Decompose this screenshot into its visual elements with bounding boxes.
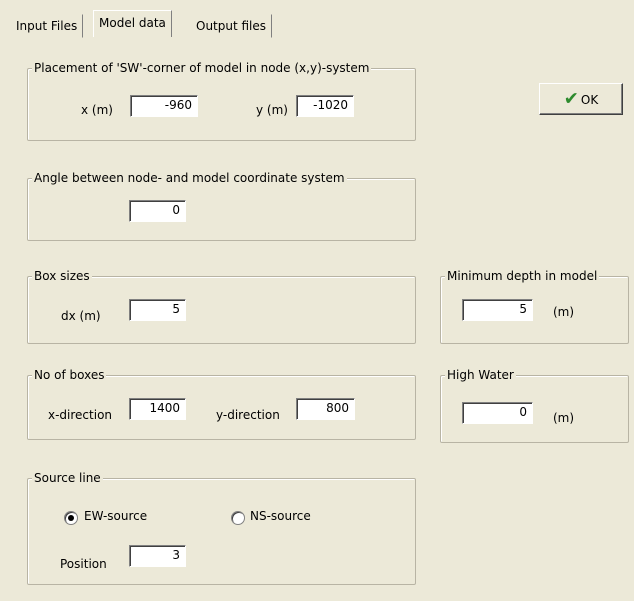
ew-source-radio[interactable]: [64, 511, 78, 525]
dx-input[interactable]: 5: [129, 299, 186, 321]
model-data-dialog: Input Files Model data Output files Plac…: [0, 0, 634, 601]
y-direction-input[interactable]: 800: [296, 398, 355, 420]
high-water-group-title: High Water: [445, 367, 516, 383]
placement-group-title: Placement of 'SW'-corner of model in nod…: [32, 60, 372, 76]
minimum-depth-group-title: Minimum depth in model: [445, 268, 600, 284]
minimum-depth-group: Minimum depth in model 5 (m): [440, 268, 629, 344]
no-of-boxes-group-title: No of boxes: [32, 367, 107, 383]
ok-button-label: OK: [580, 92, 599, 107]
position-label: Position: [60, 557, 107, 571]
dx-label: dx (m): [61, 309, 101, 323]
high-water-input[interactable]: 0: [462, 402, 533, 424]
minimum-depth-unit: (m): [553, 305, 575, 319]
x-direction-label: x-direction: [48, 408, 113, 422]
ns-source-label[interactable]: NS-source: [250, 509, 311, 523]
position-input[interactable]: 3: [129, 545, 186, 567]
radio-selected-dot: [68, 515, 74, 521]
high-water-unit: (m): [553, 411, 575, 425]
high-water-group: High Water 0 (m): [440, 367, 629, 443]
placement-group: Placement of 'SW'-corner of model in nod…: [27, 60, 416, 141]
checkmark-icon: ✔: [563, 88, 579, 110]
ew-source-label[interactable]: EW-source: [84, 509, 147, 523]
x-direction-input[interactable]: 1400: [129, 398, 186, 420]
box-sizes-group: Box sizes dx (m) 5: [27, 268, 416, 344]
no-of-boxes-group: No of boxes x-direction 1400 y-direction…: [27, 367, 416, 440]
source-line-group: Source line EW-source NS-source Position…: [27, 470, 416, 585]
minimum-depth-input[interactable]: 5: [462, 299, 533, 321]
sw-y-input[interactable]: -1020: [296, 95, 354, 117]
tab-output-files[interactable]: Output files: [190, 14, 273, 38]
angle-group: Angle between node- and model coordinate…: [27, 170, 416, 241]
angle-group-title: Angle between node- and model coordinate…: [32, 170, 347, 186]
x-label: x (m): [81, 103, 113, 117]
y-label: y (m): [256, 103, 288, 117]
y-direction-label: y-direction: [216, 408, 280, 422]
ns-source-radio[interactable]: [231, 511, 245, 525]
angle-input[interactable]: 0: [129, 200, 186, 222]
ok-button[interactable]: ✔ OK: [539, 83, 623, 115]
source-line-group-title: Source line: [32, 470, 103, 486]
box-sizes-group-title: Box sizes: [32, 268, 92, 284]
tab-input-files[interactable]: Input Files: [10, 14, 84, 38]
sw-x-input[interactable]: -960: [130, 95, 198, 117]
tab-model-data[interactable]: Model data: [93, 10, 172, 37]
